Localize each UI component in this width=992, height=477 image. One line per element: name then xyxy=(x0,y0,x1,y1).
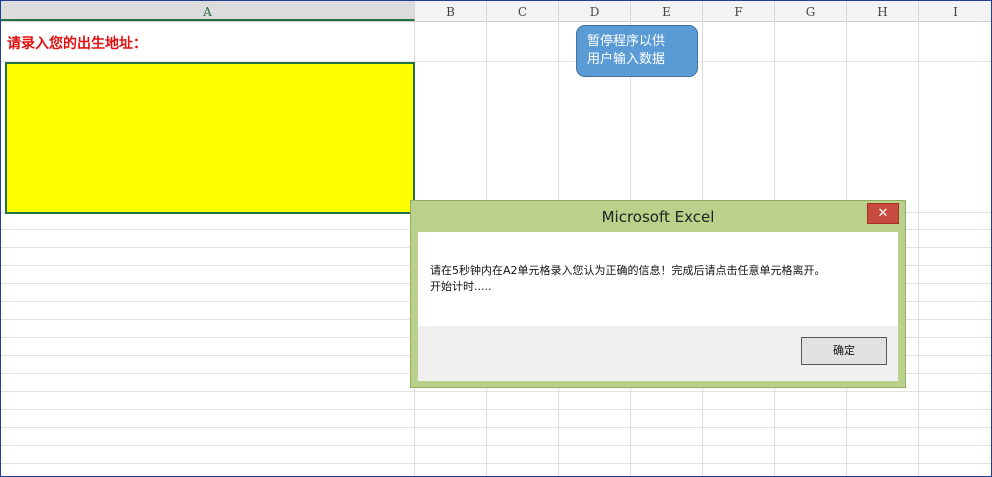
dialog-close-button[interactable]: ✕ xyxy=(867,203,899,224)
dialog-message-line-1: 请在5秒钟内在A2单元格录入您认为正确的信息！完成后请点击任意单元格离开。 xyxy=(430,264,826,277)
column-header-c[interactable]: C xyxy=(487,1,559,21)
message-dialog: Microsoft Excel ✕ 请在5秒钟内在A2单元格录入您认为正确的信息… xyxy=(410,200,906,388)
dialog-message-line-2: 开始计时..... xyxy=(430,280,492,293)
column-header-d[interactable]: D xyxy=(559,1,631,21)
column-header-i[interactable]: I xyxy=(919,1,991,21)
column-header-f[interactable]: F xyxy=(703,1,775,21)
dialog-body: 请在5秒钟内在A2单元格录入您认为正确的信息！完成后请点击任意单元格离开。 开始… xyxy=(418,232,898,326)
close-icon: ✕ xyxy=(877,206,889,221)
column-header-b[interactable]: B xyxy=(415,1,487,21)
dialog-title: Microsoft Excel xyxy=(601,208,715,226)
column-header-row: A B C D E F G H I xyxy=(1,1,991,22)
dialog-footer: 确定 xyxy=(418,326,898,381)
dialog-message: 请在5秒钟内在A2单元格录入您认为正确的信息！完成后请点击任意单元格离开。 开始… xyxy=(430,263,890,295)
cell-a1-prompt[interactable]: 请录入您的出生地址： xyxy=(7,33,407,55)
column-header-g[interactable]: G xyxy=(775,1,847,21)
cell-a2-input[interactable] xyxy=(5,62,415,214)
column-header-a[interactable]: A xyxy=(1,1,415,21)
callout-line-2: 用户输入数据 xyxy=(587,52,666,67)
excel-window: A B C D E F G H I 请录入您的出生地址： 暂停程序以供 用户输入… xyxy=(0,0,992,477)
callout-line-1: 暂停程序以供 xyxy=(587,34,666,49)
column-header-e[interactable]: E xyxy=(631,1,703,21)
callout-shape[interactable]: 暂停程序以供 用户输入数据 xyxy=(576,25,698,77)
column-header-h[interactable]: H xyxy=(847,1,919,21)
ok-button[interactable]: 确定 xyxy=(801,337,887,365)
